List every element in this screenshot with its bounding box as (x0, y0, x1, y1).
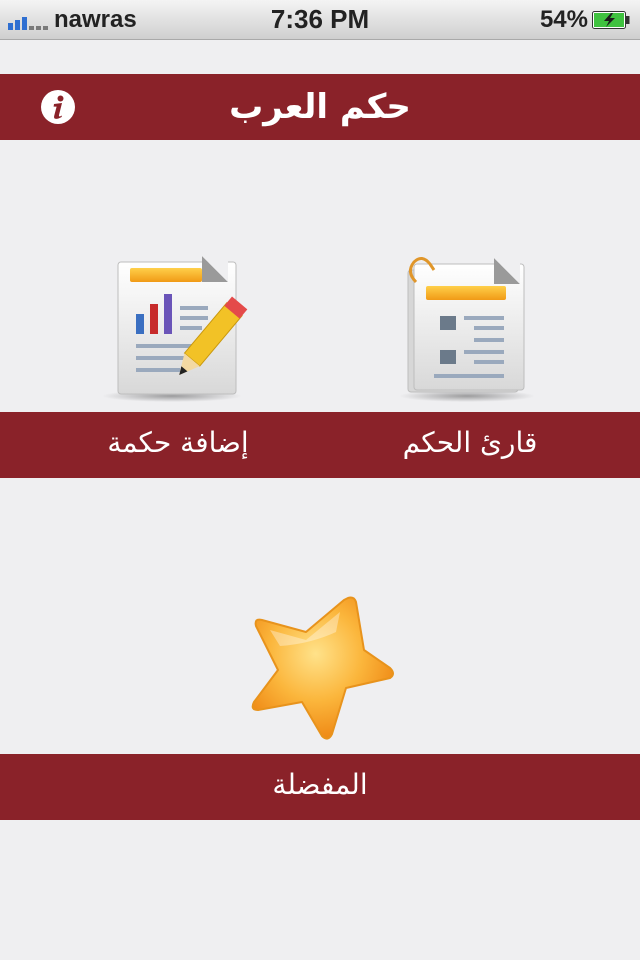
page-title: حكم العرب (229, 87, 411, 127)
wisdom-reader-label[interactable]: قارئ الحكم (380, 412, 560, 478)
add-wisdom-icon-button[interactable] (96, 248, 248, 408)
battery-percent: 54% (539, 6, 588, 33)
battery-charging-icon (592, 11, 630, 29)
menu-band-top: إضافة حكمة قارئ الحكم (0, 412, 640, 478)
document-clip-icon (399, 257, 535, 402)
status-bar: nawras 7:36 PM 54% (0, 0, 640, 40)
document-chart-pencil-icon (102, 256, 248, 402)
info-icon[interactable] (40, 89, 76, 125)
menu-band-bottom: المفضلة (0, 754, 640, 820)
title-bar: حكم العرب (0, 74, 640, 140)
favorites-label[interactable]: المفضلة (220, 754, 420, 820)
add-wisdom-label[interactable]: إضافة حكمة (88, 412, 268, 478)
favorites-icon-button[interactable] (240, 592, 400, 748)
star-icon (251, 596, 394, 740)
wisdom-reader-icon-button[interactable] (394, 250, 540, 408)
